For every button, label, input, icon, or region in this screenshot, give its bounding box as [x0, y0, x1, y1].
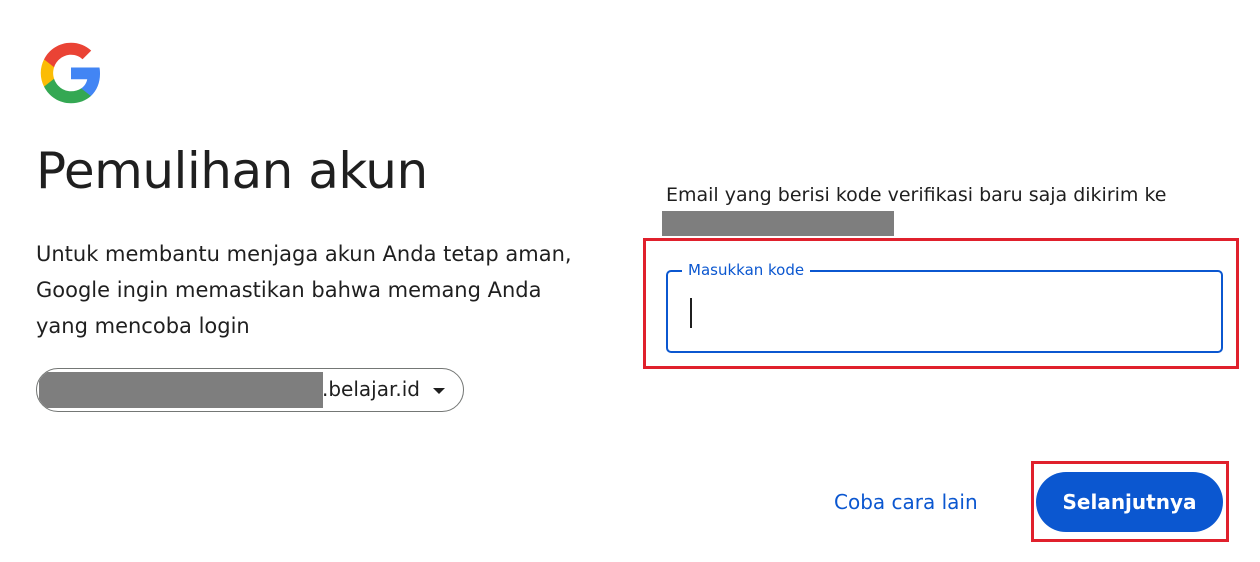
code-field-label: Masukkan kode — [682, 259, 811, 281]
account-recovery-page: Pemulihan akun Untuk membantu menjaga ak… — [0, 0, 1260, 562]
next-button[interactable]: Selanjutnya — [1036, 472, 1223, 532]
account-domain-text: .belajar.id — [322, 377, 420, 401]
verification-info-text: Email yang berisi kode verifikasi baru s… — [666, 184, 1167, 206]
text-cursor — [690, 298, 692, 328]
caret-down-icon — [433, 388, 445, 394]
verification-code-field[interactable]: Masukkan kode — [666, 259, 1223, 353]
verification-code-input[interactable] — [686, 290, 1196, 330]
google-logo-icon — [40, 42, 101, 104]
account-selector-chip[interactable]: .belajar.id — [36, 368, 464, 412]
page-subtitle: Untuk membantu menjaga akun Anda tetap a… — [36, 242, 572, 338]
try-another-way-button[interactable]: Coba cara lain — [822, 484, 990, 520]
redacted-recipient-email — [662, 211, 894, 236]
redacted-email-block — [39, 372, 323, 408]
page-title: Pemulihan akun — [36, 142, 428, 200]
